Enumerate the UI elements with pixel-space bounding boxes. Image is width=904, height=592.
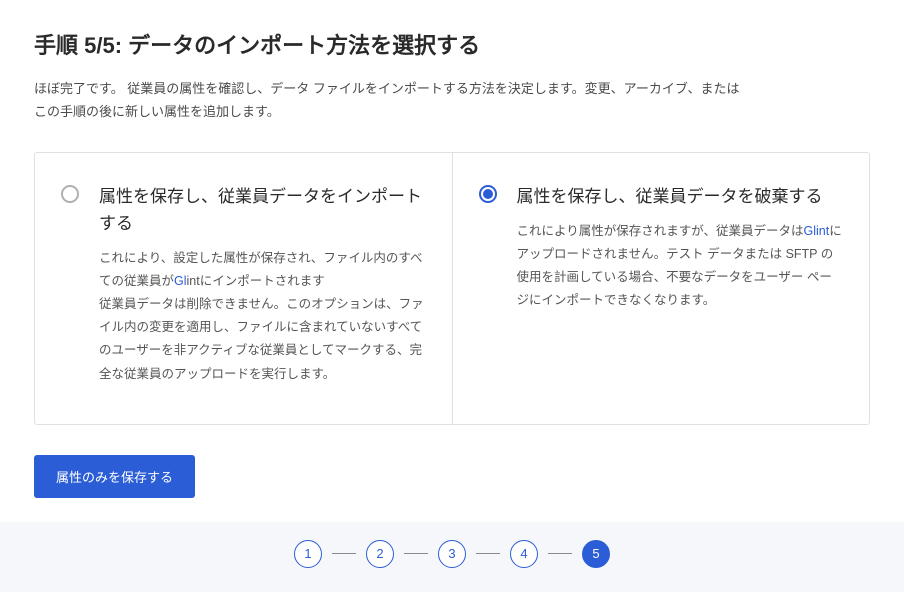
step-separator xyxy=(332,553,356,554)
save-attributes-only-button[interactable]: 属性のみを保存する xyxy=(34,455,195,498)
option-save-and-discard-desc: これにより属性が保存されますが、従業員データはGlintにアップロードされません… xyxy=(517,220,844,313)
description-line-1: ほぼ完了です。 従業員の属性を確認し、データ ファイルをインポートする方法を決定… xyxy=(34,81,739,96)
option-save-and-discard[interactable]: 属性を保存し、従業員データを破棄する これにより属性が保存されますが、従業員デー… xyxy=(453,153,870,424)
description-line-2: この手順の後に新しい属性を追加します。 xyxy=(34,104,280,119)
step-5[interactable]: 5 xyxy=(582,540,610,568)
page-title: 手順 5/5: データのインポート方法を選択する xyxy=(34,28,870,60)
step-separator xyxy=(476,553,500,554)
step-4[interactable]: 4 xyxy=(510,540,538,568)
step-1[interactable]: 1 xyxy=(294,540,322,568)
option-save-and-discard-title: 属性を保存し、従業員データを破棄する xyxy=(517,183,844,210)
step-3[interactable]: 3 xyxy=(438,540,466,568)
step-separator xyxy=(404,553,428,554)
radio-save-and-discard[interactable] xyxy=(479,185,497,203)
import-options: 属性を保存し、従業員データをインポートする これにより、設定した属性が保存され、… xyxy=(34,152,870,425)
step-indicator: 1 2 3 4 5 xyxy=(0,522,904,592)
step-separator xyxy=(548,553,572,554)
page-description: ほぼ完了です。 従業員の属性を確認し、データ ファイルをインポートする方法を決定… xyxy=(34,78,870,124)
step-2[interactable]: 2 xyxy=(366,540,394,568)
radio-save-and-import[interactable] xyxy=(61,185,79,203)
option-save-and-import[interactable]: 属性を保存し、従業員データをインポートする これにより、設定した属性が保存され、… xyxy=(35,153,453,424)
option-save-and-import-desc: これにより、設定した属性が保存され、ファイル内のすべての従業員がGlintにイン… xyxy=(99,247,426,386)
option-save-and-import-title: 属性を保存し、従業員データをインポートする xyxy=(99,183,426,237)
